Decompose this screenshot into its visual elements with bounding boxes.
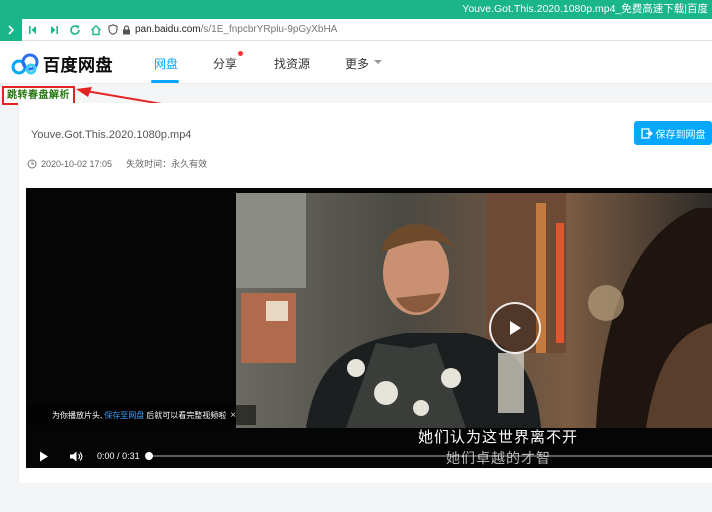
video-player[interactable]: [26, 188, 712, 468]
active-nav-indicator: [151, 80, 179, 83]
file-meta: 2020-10-02 17:05 失效时间：永久有效: [27, 157, 207, 170]
save-button-label: 保存到网盘: [655, 129, 706, 141]
address-bar[interactable]: pan.baidu.com/s/1E_fnpcbrYRplu-9pGyXbHA: [106, 19, 337, 41]
nav-item-netdisk[interactable]: 网盘: [154, 55, 178, 72]
play-control-icon[interactable]: [35, 447, 53, 465]
chevron-down-icon[interactable]: [374, 60, 382, 64]
clock-icon: [27, 159, 37, 168]
expiry-text: 失效时间：永久有效: [126, 159, 208, 169]
share-date: 2020-10-02 17:05: [41, 158, 113, 169]
home-icon[interactable]: [85, 19, 106, 41]
close-icon[interactable]: ×: [230, 410, 236, 421]
time-display: 0:00 / 0:31: [97, 451, 140, 461]
nav-item-find-resources[interactable]: 找资源: [274, 55, 310, 72]
chevron-right-icon[interactable]: [0, 18, 22, 41]
url-host: pan.baidu.com: [135, 24, 201, 35]
progress-knob[interactable]: [145, 452, 153, 460]
shield-icon[interactable]: [108, 24, 118, 35]
lock-icon[interactable]: [122, 24, 131, 35]
site-header: 百度网盘 网盘 分享 找资源 更多: [0, 41, 712, 84]
site-logo[interactable]: 百度网盘: [11, 51, 113, 76]
video-frame[interactable]: [236, 193, 712, 428]
forward-icon[interactable]: [43, 19, 64, 41]
hint-save-link[interactable]: 保存至网盘: [104, 410, 144, 421]
nav-item-more[interactable]: 更多: [345, 55, 369, 72]
hint-prefix: 为你播放片头,: [52, 410, 103, 420]
file-name: Youve.Got.This.2020.1080p.mp4: [31, 129, 192, 141]
video-scene-image: [236, 193, 712, 428]
reload-icon[interactable]: [64, 19, 85, 41]
browser-tab-title: Youve.Got.This.2020.1080p.mp4_免费高速下载|百度: [0, 0, 712, 19]
save-icon: [640, 127, 653, 139]
url-path: /s/1E_fnpcbrYRplu-9pGyXbHA: [200, 24, 338, 35]
baidu-cloud-logo-icon: [11, 53, 39, 74]
save-to-netdisk-button[interactable]: 保存到网盘: [634, 121, 712, 145]
hint-suffix: 后就可以看完整视频啦: [146, 410, 227, 420]
play-overlay-button[interactable]: [489, 302, 541, 354]
time-separator: /: [117, 451, 120, 461]
player-controls: 0:00 / 0:31: [26, 444, 712, 468]
progress-bar[interactable]: [145, 452, 712, 460]
back-icon[interactable]: [22, 19, 43, 41]
browser-toolbar: pan.baidu.com/s/1E_fnpcbrYRplu-9pGyXbHA: [0, 18, 712, 41]
time-current: 0:00: [97, 451, 115, 461]
logo-text: 百度网盘: [43, 56, 113, 75]
notification-dot: [238, 51, 243, 56]
volume-icon[interactable]: [67, 447, 85, 465]
play-icon: [510, 321, 521, 335]
time-total: 0:31: [122, 451, 140, 461]
preview-hint: 为你播放片头, 保存至网盘 后就可以看完整视频啦 ×: [26, 405, 256, 425]
nav-item-share[interactable]: 分享: [213, 55, 237, 72]
